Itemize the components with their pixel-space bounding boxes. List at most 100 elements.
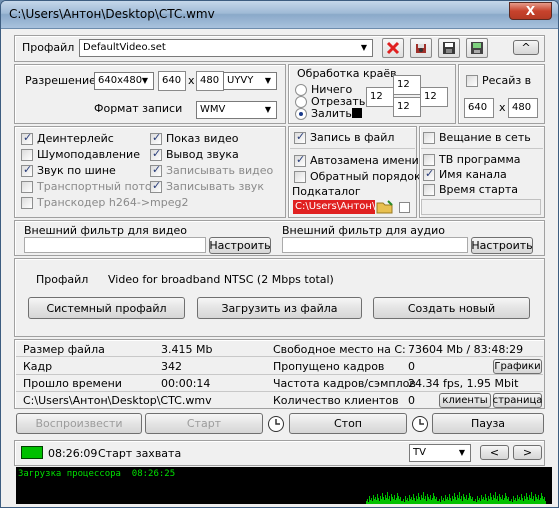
colorspace-select[interactable]: UYVY ▼ (223, 72, 277, 90)
cpu-bar (392, 497, 393, 504)
checkbox-box (150, 179, 162, 193)
floppy-icon (443, 42, 455, 54)
chevron-down-icon: ▼ (264, 105, 272, 114)
cpu-bar (445, 495, 446, 504)
cpu-bar (380, 496, 381, 504)
option-mid-2[interactable]: Записывать видео (150, 163, 273, 177)
edge-bottom-input[interactable]: 12 (393, 97, 421, 117)
subdir-checkbox[interactable] (399, 202, 410, 213)
record-to-file-checkbox[interactable]: Запись в файл (294, 130, 395, 144)
network-broadcast-checkbox[interactable]: Вещание в сеть (423, 131, 531, 144)
clients-button[interactable]: клиенты (439, 393, 491, 408)
frame-label: Кадр (23, 360, 53, 373)
cpu-bar (400, 497, 401, 504)
option-mid-0[interactable]: Показ видео (150, 131, 238, 145)
video-filter-label: Внешний фильтр для видео (24, 224, 187, 237)
cpu-bar (394, 495, 395, 504)
profile-select[interactable]: DefaultVideo.set ▼ (79, 39, 373, 57)
option-left-3[interactable]: Транспортный поток (21, 180, 158, 193)
cpu-bar (408, 501, 409, 504)
channel-name-checkbox[interactable]: Имя канала (423, 167, 507, 181)
video-filter-input[interactable] (24, 237, 206, 253)
cpu-bar (376, 500, 377, 504)
save-as-button[interactable] (438, 38, 460, 58)
edges-fill-label: Залить (311, 107, 352, 120)
save-button[interactable] (466, 38, 488, 58)
cpu-bar (522, 498, 523, 504)
width-input[interactable]: 640 (158, 71, 186, 91)
edges-fill-radio[interactable]: Залить (295, 107, 352, 120)
start-time-field[interactable] (421, 199, 541, 215)
cpu-bar (379, 501, 380, 504)
subdir-input[interactable]: C:\Users\Антон\D (293, 200, 375, 214)
folder-icon[interactable] (376, 199, 394, 215)
cpu-bar (399, 499, 400, 504)
reverse-order-checkbox[interactable]: Обратный порядок (294, 170, 421, 183)
system-profile-button[interactable]: Системный профайл (28, 297, 185, 319)
audio-filter-input[interactable] (282, 237, 468, 253)
video-filter-config-button[interactable]: Настроить (209, 237, 271, 254)
elapsed-value: 00:00:14 (161, 377, 211, 390)
edge-left-input[interactable]: 12 (366, 87, 394, 107)
option-left-2[interactable]: Звук по шине (21, 163, 116, 177)
pause-button[interactable]: Пауза (432, 413, 544, 434)
play-button[interactable]: Воспроизвести (16, 413, 142, 434)
collapse-button[interactable]: ^ (513, 40, 539, 55)
cpu-bar (539, 500, 540, 504)
cpu-bar (535, 494, 536, 504)
start-time-checkbox[interactable]: Время старта (423, 183, 518, 196)
height-input[interactable]: 480 (196, 71, 224, 91)
cpu-bar (461, 496, 462, 504)
stop-timer-clock-icon[interactable] (411, 415, 429, 433)
cpu-graph: Загрузка процессора 08:26:25 (16, 467, 552, 504)
cpu-bar (482, 499, 483, 504)
record-format-select[interactable]: WMV ▼ (196, 101, 277, 119)
start-button[interactable]: Старт (145, 413, 263, 434)
cpu-bar (462, 501, 463, 504)
option-mid-1-label: Вывод звука (166, 148, 239, 161)
record-to-file-label: Запись в файл (310, 131, 395, 144)
cpu-bar (402, 501, 403, 504)
cpu-bar (492, 500, 493, 504)
option-left-4-label: Транскодер h264->mpeg2 (37, 196, 189, 209)
audio-filter-config-button[interactable]: Настроить (471, 237, 533, 254)
next-button[interactable]: > (513, 445, 542, 460)
cpu-bar (497, 496, 498, 504)
prev-button[interactable]: < (480, 445, 509, 460)
elapsed-label: Прошло времени (23, 377, 122, 390)
graphs-button[interactable]: Графики (493, 359, 542, 374)
radio-dot (295, 95, 307, 108)
start-timer-clock-icon[interactable] (267, 415, 285, 433)
option-left-1[interactable]: Шумоподавление (21, 148, 140, 161)
resize-height-input[interactable]: 480 (508, 98, 538, 118)
checkbox-box (21, 196, 33, 209)
cpu-bar (401, 501, 402, 504)
cpu-bar (545, 501, 546, 504)
option-mid-1[interactable]: Вывод звука (150, 147, 239, 161)
resize-width-input[interactable]: 640 (464, 98, 494, 118)
option-left-0[interactable]: Деинтерлейс (21, 131, 114, 145)
cpu-bar (510, 501, 511, 504)
edge-top-input[interactable]: 12 (393, 75, 421, 95)
resolution-select[interactable]: 640x480 ▼ (94, 72, 154, 90)
resize-checkbox[interactable]: Ресайз в (466, 74, 531, 87)
cpu-bar (410, 499, 411, 504)
stop-button[interactable]: Стоп (289, 413, 407, 434)
cpu-bar (414, 498, 415, 504)
fill-color-swatch[interactable] (352, 108, 362, 118)
delete-profile-button[interactable] (382, 38, 404, 58)
skipped-label: Пропущено кадров (273, 360, 385, 373)
cpu-bar (484, 500, 485, 504)
option-mid-3[interactable]: Записывать звук (150, 179, 264, 193)
tv-program-checkbox[interactable]: ТВ программа (423, 153, 521, 166)
page-button[interactable]: страница (493, 393, 542, 408)
option-left-4[interactable]: Транскодер h264->mpeg2 (21, 196, 189, 209)
auto-name-checkbox[interactable]: Автозамена имени (294, 153, 419, 167)
cpu-bar (500, 497, 501, 504)
close-button[interactable]: X (509, 2, 552, 20)
create-profile-button[interactable]: Создать новый (373, 297, 530, 319)
source-select[interactable]: TV ▼ (409, 444, 471, 462)
load-profile-button[interactable]: Загрузить из файла (197, 297, 362, 319)
settings-profile-button[interactable] (410, 38, 432, 58)
edge-right-input[interactable]: 12 (420, 87, 448, 107)
